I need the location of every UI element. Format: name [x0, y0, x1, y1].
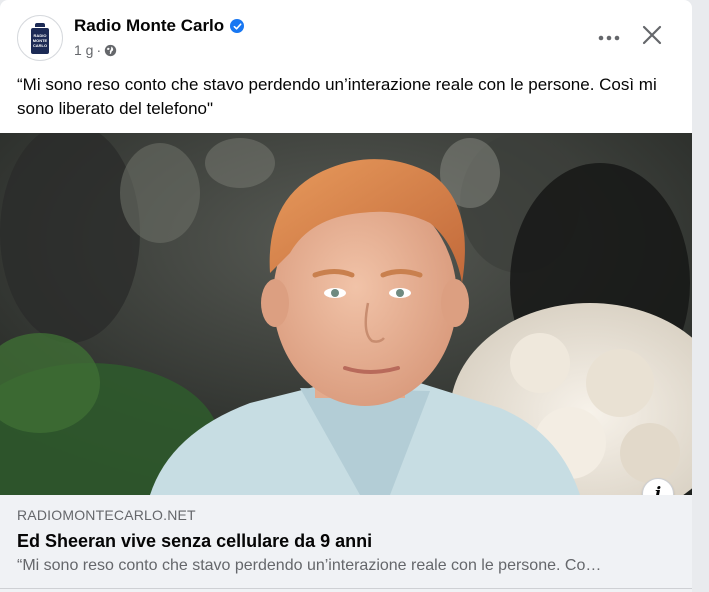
page-avatar[interactable]: RADIO MONTE CARLO: [17, 15, 63, 61]
verified-badge-icon: [230, 19, 244, 33]
more-options-button[interactable]: [594, 22, 624, 52]
close-icon: [642, 25, 662, 50]
post-text: “Mi sono reso conto che stavo perdendo u…: [17, 75, 657, 118]
link-preview[interactable]: RADIOMONTECARLO.NET Ed Sheeran vive senz…: [0, 495, 692, 592]
post-header: RADIO MONTE CARLO Radio Monte Carlo 1 g ·: [0, 0, 692, 70]
divider: [0, 588, 692, 589]
link-title[interactable]: Ed Sheeran vive senza cellulare da 9 ann…: [17, 531, 372, 552]
logo-crown: [35, 22, 45, 27]
post-photo[interactable]: [0, 133, 692, 495]
link-description: “Mi sono reso conto che stavo perdendo u…: [17, 557, 602, 574]
globe-icon: [104, 44, 117, 57]
post-card: RADIO MONTE CARLO Radio Monte Carlo 1 g ·: [0, 0, 692, 592]
close-button[interactable]: [636, 21, 668, 53]
meta-separator: ·: [96, 42, 102, 58]
radio-monte-carlo-logo: RADIO MONTE CARLO: [31, 27, 49, 54]
page-name[interactable]: Radio Monte Carlo: [74, 16, 224, 36]
more-horizontal-icon: [598, 28, 620, 46]
link-domain: RADIOMONTECARLO.NET: [17, 507, 196, 523]
ed-sheeran-photo: [0, 133, 692, 495]
post-meta: 1 g ·: [74, 42, 117, 58]
post-timestamp[interactable]: 1 g: [74, 42, 93, 58]
